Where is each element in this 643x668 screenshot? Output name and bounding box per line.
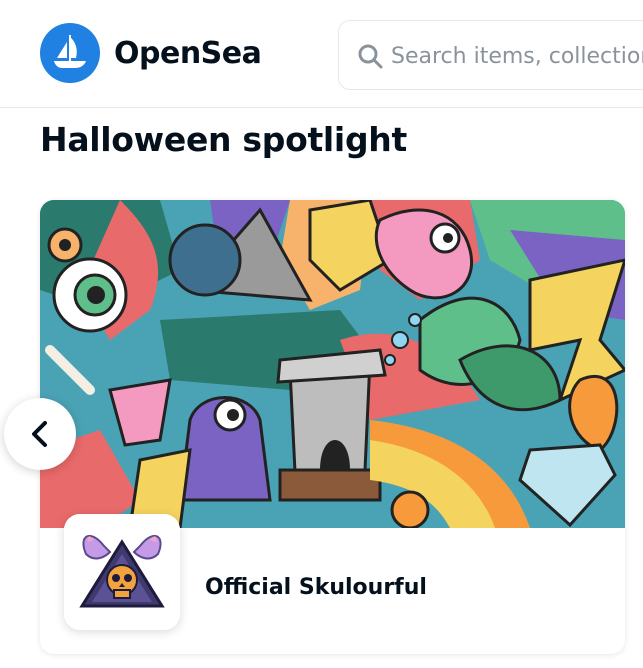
search-bar[interactable]: [338, 20, 643, 90]
chevron-left-icon: [32, 421, 47, 447]
carousel-prev-button[interactable]: [4, 398, 76, 470]
collection-name[interactable]: Official Skulourful: [205, 574, 427, 602]
search-input[interactable]: [391, 39, 643, 73]
collection-avatar[interactable]: [64, 514, 180, 630]
section-title: Halloween spotlight: [40, 120, 407, 159]
brand-name[interactable]: OpenSea: [114, 34, 262, 74]
top-header: OpenSea: [0, 0, 643, 108]
opensea-sailboat-icon[interactable]: [40, 23, 100, 83]
collection-banner-image: [40, 200, 625, 528]
search-icon: [358, 44, 383, 69]
